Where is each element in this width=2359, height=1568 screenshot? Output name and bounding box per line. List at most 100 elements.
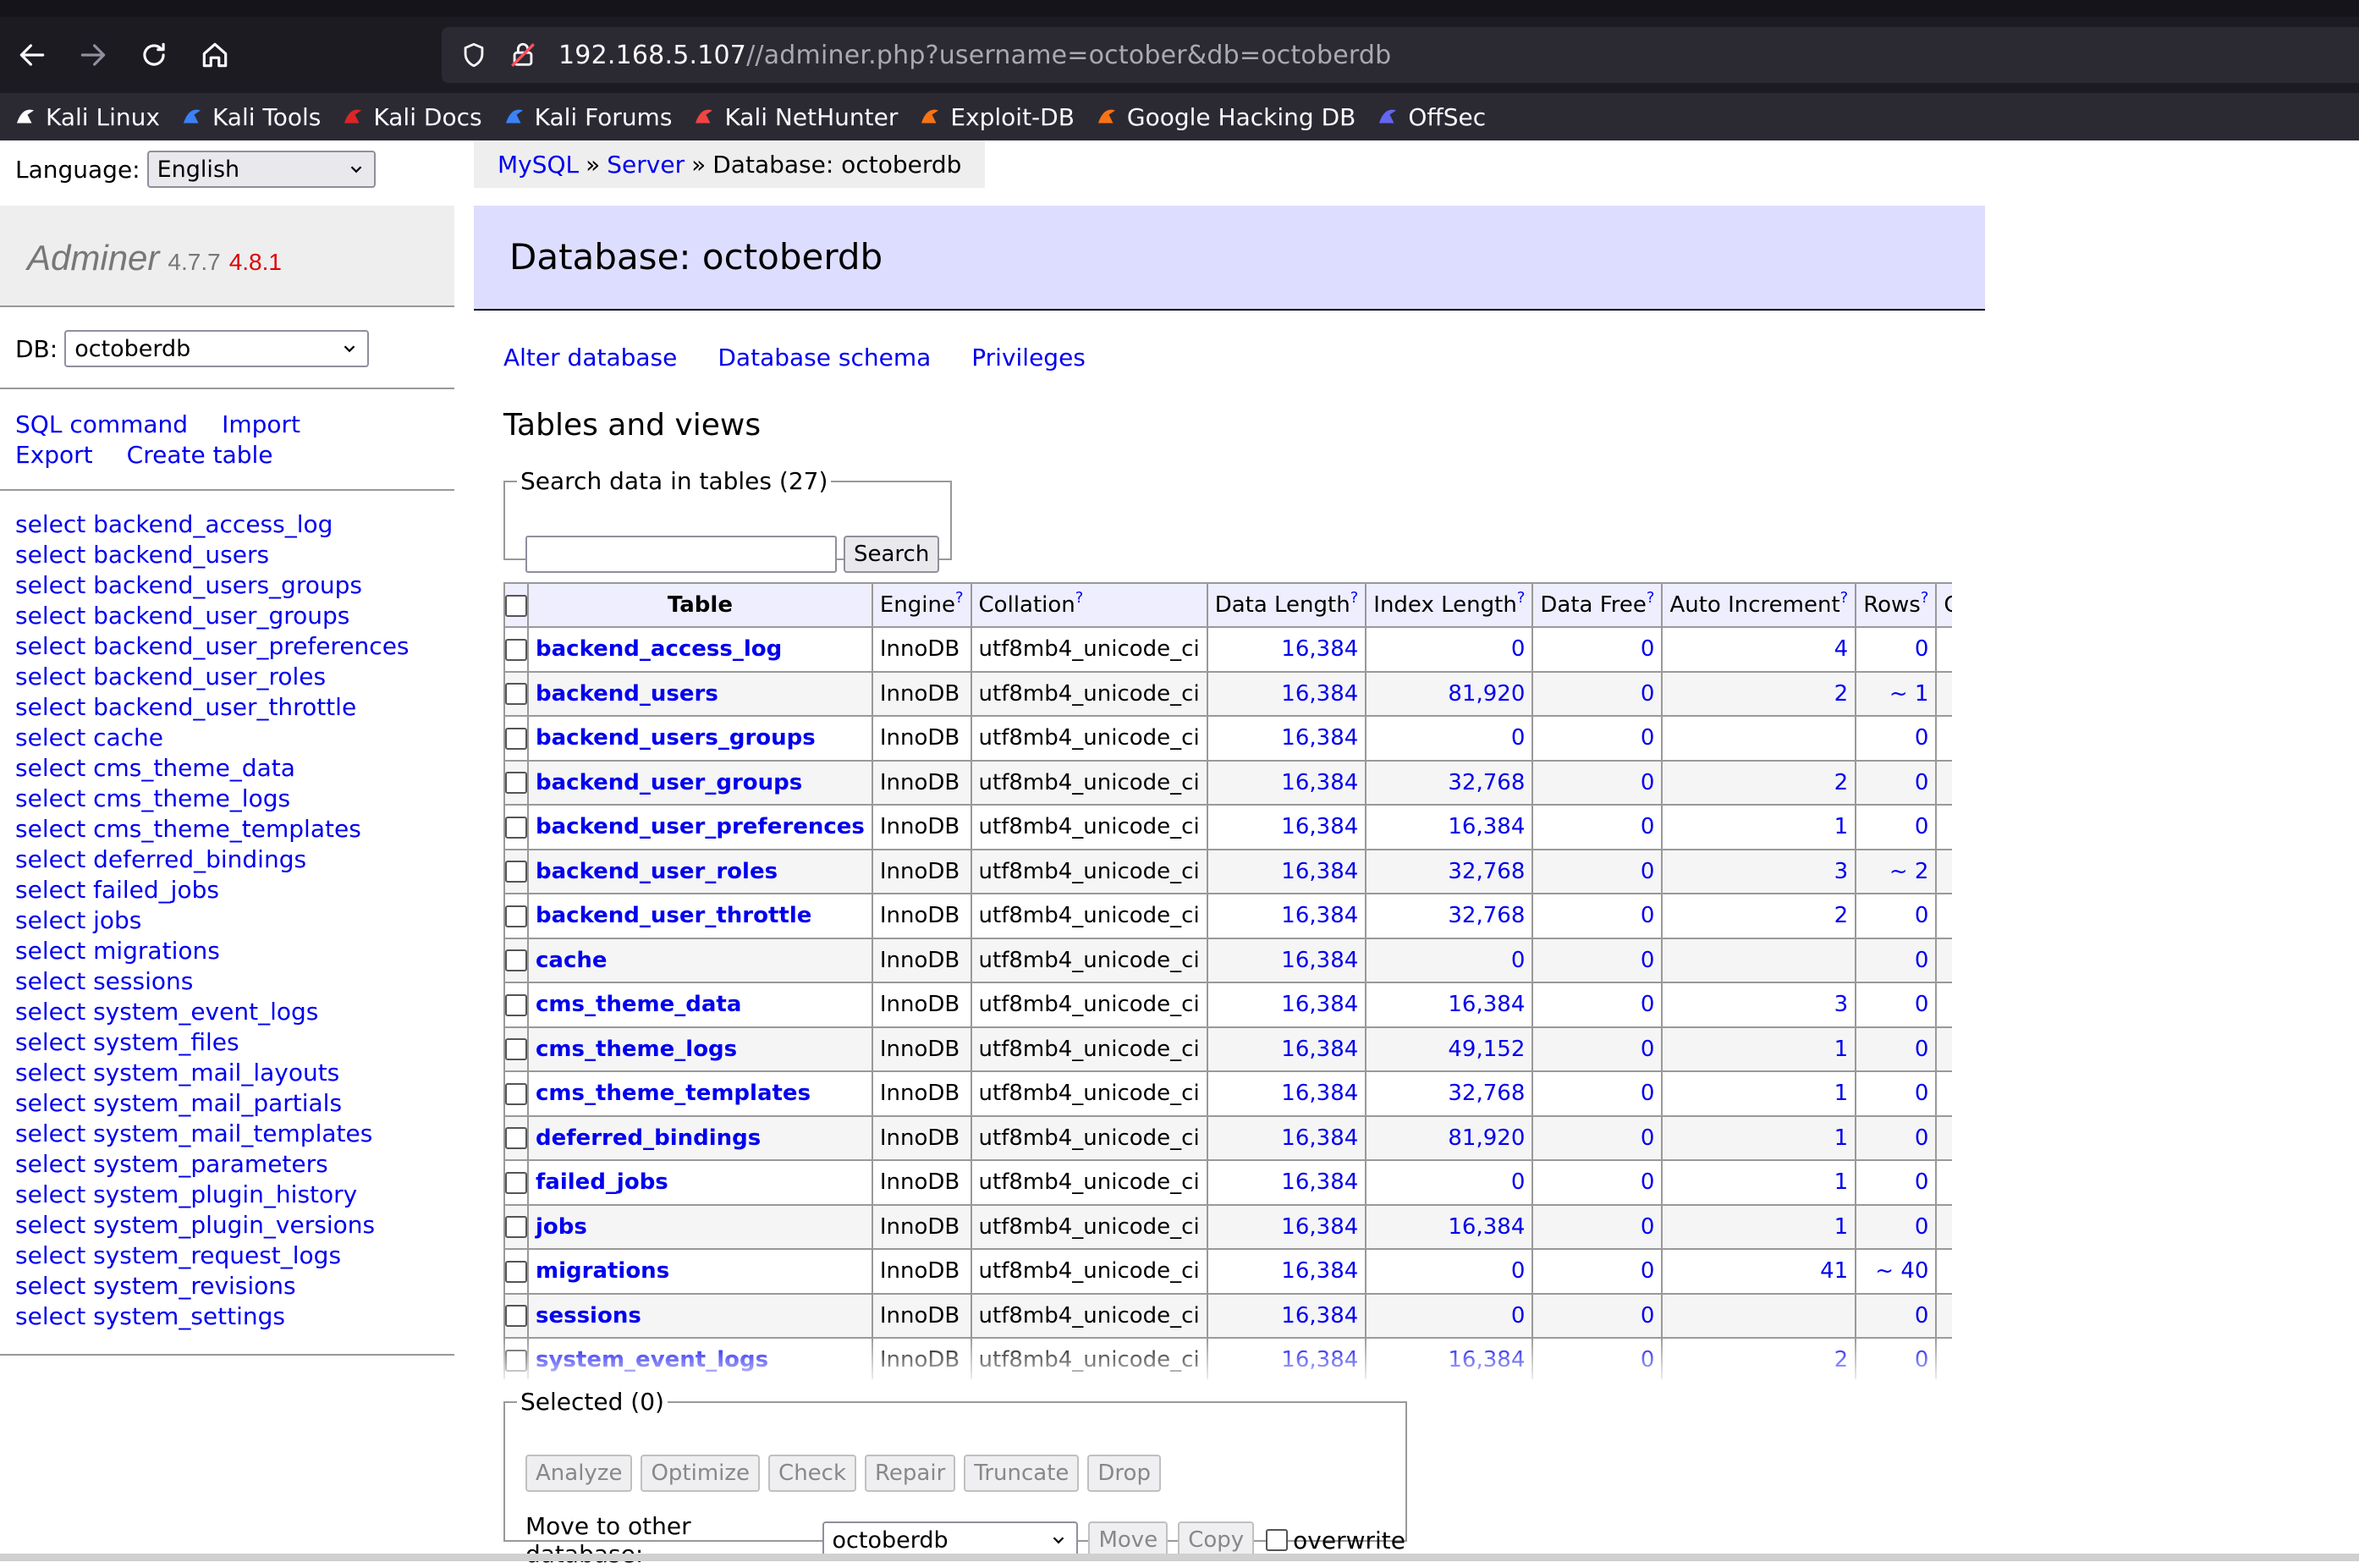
data-length-link[interactable]: 16,384 [1281,1347,1358,1373]
index-length-link[interactable]: 0 [1511,1258,1526,1284]
table-name-link[interactable]: backend_user_groups [536,770,802,795]
back-button[interactable] [2,25,63,85]
data-free-link[interactable]: 0 [1641,859,1655,884]
sidebar-table-link[interactable]: select system_parameters [15,1149,410,1180]
new-version-link[interactable]: 4.8.1 [229,249,282,275]
data-free-link[interactable]: 0 [1641,814,1655,839]
rows-link[interactable]: 0 [1915,903,1929,928]
sidebar-table-link[interactable]: select cms_theme_templates [15,814,410,845]
help-link[interactable]: ? [1647,589,1655,607]
data-length-link[interactable]: 16,384 [1281,903,1358,928]
data-length-link[interactable]: 16,384 [1281,1081,1358,1106]
rows-link[interactable]: 0 [1915,1214,1929,1240]
sidebar-table-link[interactable]: select cache [15,723,410,753]
drop-button[interactable]: Drop [1087,1455,1161,1492]
auto-increment-link[interactable]: 1 [1834,1081,1849,1106]
data-length-link[interactable]: 16,384 [1281,1214,1358,1240]
data-length-link[interactable]: 16,384 [1281,1258,1358,1284]
auto-increment-link[interactable]: 1 [1834,814,1849,839]
data-free-link[interactable]: 0 [1641,948,1655,973]
sidebar-table-link[interactable]: select system_mail_layouts [15,1058,410,1088]
sidebar-table-link[interactable]: select backend_access_log [15,509,410,540]
index-length-link[interactable]: 0 [1511,1303,1526,1329]
sql-command-link[interactable]: SQL command [15,410,188,438]
sidebar-table-link[interactable]: select system_files [15,1027,410,1058]
row-checkbox[interactable] [505,905,527,927]
sidebar-table-link[interactable]: select migrations [15,936,410,966]
truncate-button[interactable]: Truncate [964,1455,1080,1492]
sidebar-table-link[interactable]: select system_mail_templates [15,1119,410,1149]
row-checkbox[interactable] [505,772,527,795]
data-length-link[interactable]: 16,384 [1281,1037,1358,1062]
index-length-link[interactable]: 32,768 [1448,1081,1525,1106]
row-checkbox[interactable] [505,1349,527,1372]
forward-button[interactable] [63,25,124,85]
data-free-link[interactable]: 0 [1641,1081,1655,1106]
data-length-link[interactable]: 16,384 [1281,725,1358,751]
repair-button[interactable]: Repair [865,1455,956,1492]
rows-link[interactable]: 0 [1915,1125,1929,1151]
rows-link[interactable]: 0 [1915,636,1929,662]
index-length-link[interactable]: 81,920 [1448,1125,1525,1151]
bookmark-item[interactable]: OffSec [1374,103,1486,131]
sidebar-table-link[interactable]: select jobs [15,905,410,936]
row-checkbox[interactable] [505,1082,527,1105]
data-length-link[interactable]: 16,384 [1281,992,1358,1017]
auto-increment-link[interactable]: 3 [1834,859,1849,884]
analyze-button[interactable]: Analyze [525,1455,633,1492]
sidebar-table-link[interactable]: select cms_theme_logs [15,784,410,814]
index-length-link[interactable]: 0 [1511,1169,1526,1195]
rows-link[interactable]: 0 [1915,814,1929,839]
table-name-link[interactable]: backend_users_groups [536,725,816,751]
breadcrumb-mysql[interactable]: MySQL [498,151,579,179]
auto-increment-link[interactable]: 1 [1834,1169,1849,1195]
sidebar-table-link[interactable]: select system_settings [15,1301,410,1332]
sidebar-table-link[interactable]: select failed_jobs [15,875,410,905]
table-name-link[interactable]: jobs [536,1214,587,1240]
data-length-link[interactable]: 16,384 [1281,681,1358,707]
data-free-link[interactable]: 0 [1641,1258,1655,1284]
search-button[interactable]: Search [844,536,940,573]
sidebar-table-link[interactable]: select backend_users_groups [15,570,410,601]
home-button[interactable] [184,25,245,85]
help-link[interactable]: ? [955,589,964,607]
row-checkbox[interactable] [505,727,527,750]
index-length-link[interactable]: 49,152 [1448,1037,1525,1062]
table-name-link[interactable]: backend_user_throttle [536,903,811,928]
table-name-link[interactable]: cms_theme_templates [536,1081,811,1106]
sidebar-table-link[interactable]: select system_mail_partials [15,1088,410,1119]
auto-increment-link[interactable]: 2 [1834,681,1849,707]
table-name-link[interactable]: cms_theme_logs [536,1037,737,1062]
rows-link[interactable]: 0 [1915,948,1929,973]
data-free-link[interactable]: 0 [1641,1214,1655,1240]
auto-increment-link[interactable]: 4 [1834,636,1849,662]
bookmark-item[interactable]: Google Hacking DB [1093,103,1355,131]
auto-increment-link[interactable]: 1 [1834,1214,1849,1240]
row-checkbox[interactable] [505,1305,527,1328]
rows-link[interactable]: ~ 2 [1889,859,1929,884]
help-link[interactable]: ? [1075,589,1084,607]
data-free-link[interactable]: 0 [1641,636,1655,662]
sidebar-table-link[interactable]: select system_plugin_versions [15,1210,410,1241]
index-length-link[interactable]: 81,920 [1448,681,1525,707]
index-length-link[interactable]: 0 [1511,725,1526,751]
help-link[interactable]: ? [1921,589,1929,607]
data-length-link[interactable]: 16,384 [1281,859,1358,884]
row-checkbox[interactable] [505,861,527,883]
export-link[interactable]: Export [15,441,93,469]
index-length-link[interactable]: 32,768 [1448,859,1525,884]
index-length-link[interactable]: 32,768 [1448,770,1525,795]
language-select[interactable]: English [146,151,376,188]
table-name-link[interactable]: failed_jobs [536,1169,668,1195]
auto-increment-link[interactable]: 1 [1834,1125,1849,1151]
data-free-link[interactable]: 0 [1641,725,1655,751]
sidebar-table-link[interactable]: select deferred_bindings [15,845,410,875]
row-checkbox[interactable] [505,1038,527,1061]
table-name-link[interactable]: backend_user_roles [536,859,778,884]
sidebar-table-link[interactable]: select backend_user_roles [15,662,410,692]
sidebar-table-link[interactable]: select backend_users [15,540,410,570]
sidebar-table-link[interactable]: select backend_user_groups [15,601,410,631]
adminer-home-link[interactable]: Adminer [27,238,159,278]
import-link[interactable]: Import [222,410,300,438]
index-length-link[interactable]: 16,384 [1448,814,1525,839]
